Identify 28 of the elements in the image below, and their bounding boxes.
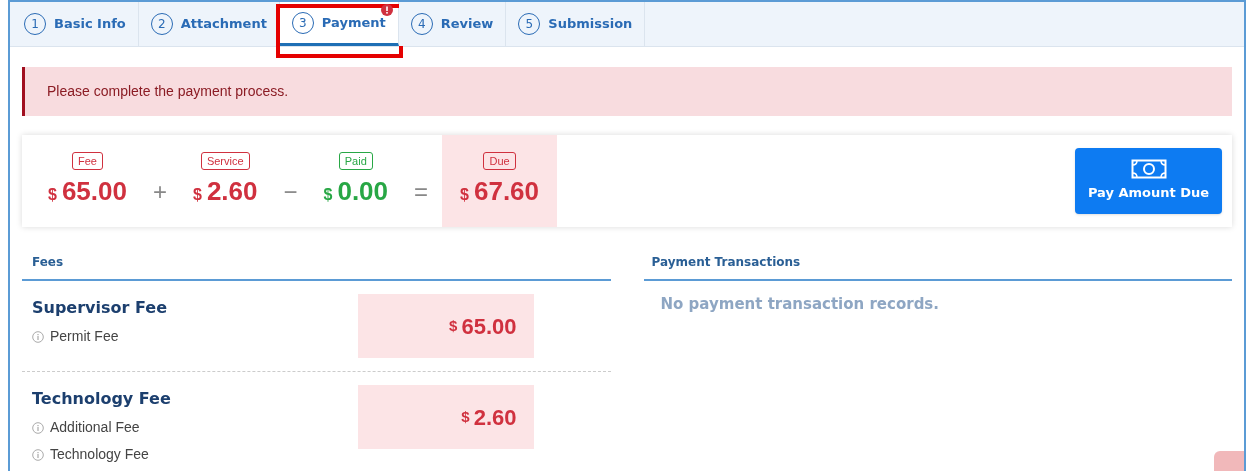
info-icon (32, 330, 44, 343)
fee-amount: $ 65.00 (357, 294, 534, 358)
amount-value: $ 67.60 (460, 174, 540, 208)
fee-detail: Technology Fee (50, 445, 149, 464)
section-title: Payment Transactions (643, 253, 1232, 281)
fee-detail: Additional Fee (50, 418, 140, 437)
operator-sign: + (152, 177, 168, 207)
fee-detail: Permit Fee (50, 327, 119, 346)
operator-sign: = (413, 177, 430, 207)
amount-value: $ 65.00 (48, 174, 127, 208)
amount-tag: Fee (72, 151, 103, 170)
amount-value: $ 0.00 (323, 174, 389, 208)
fee-name: Technology Fee (32, 388, 171, 410)
fee-amount: $ 2.60 (357, 385, 534, 449)
empty-message: No payment transaction records. (659, 294, 940, 315)
fee-name: Supervisor Fee (32, 297, 167, 319)
amount-tag: Service (200, 151, 250, 170)
alert-banner: Please complete the payment process. (22, 67, 1232, 116)
banknote-icon (1130, 159, 1167, 180)
amount-tag: Due (483, 151, 516, 170)
step-tab[interactable]: 4 Review (398, 2, 507, 46)
info-icon (32, 448, 44, 461)
amount-tag: Paid (338, 151, 373, 170)
pay-amount-due-button[interactable]: Pay Amount Due (1075, 148, 1222, 214)
operator-sign: − (282, 177, 299, 207)
section-title: Fees (22, 253, 611, 281)
info-icon (32, 421, 44, 434)
amount-value: $ 2.60 (193, 174, 258, 208)
